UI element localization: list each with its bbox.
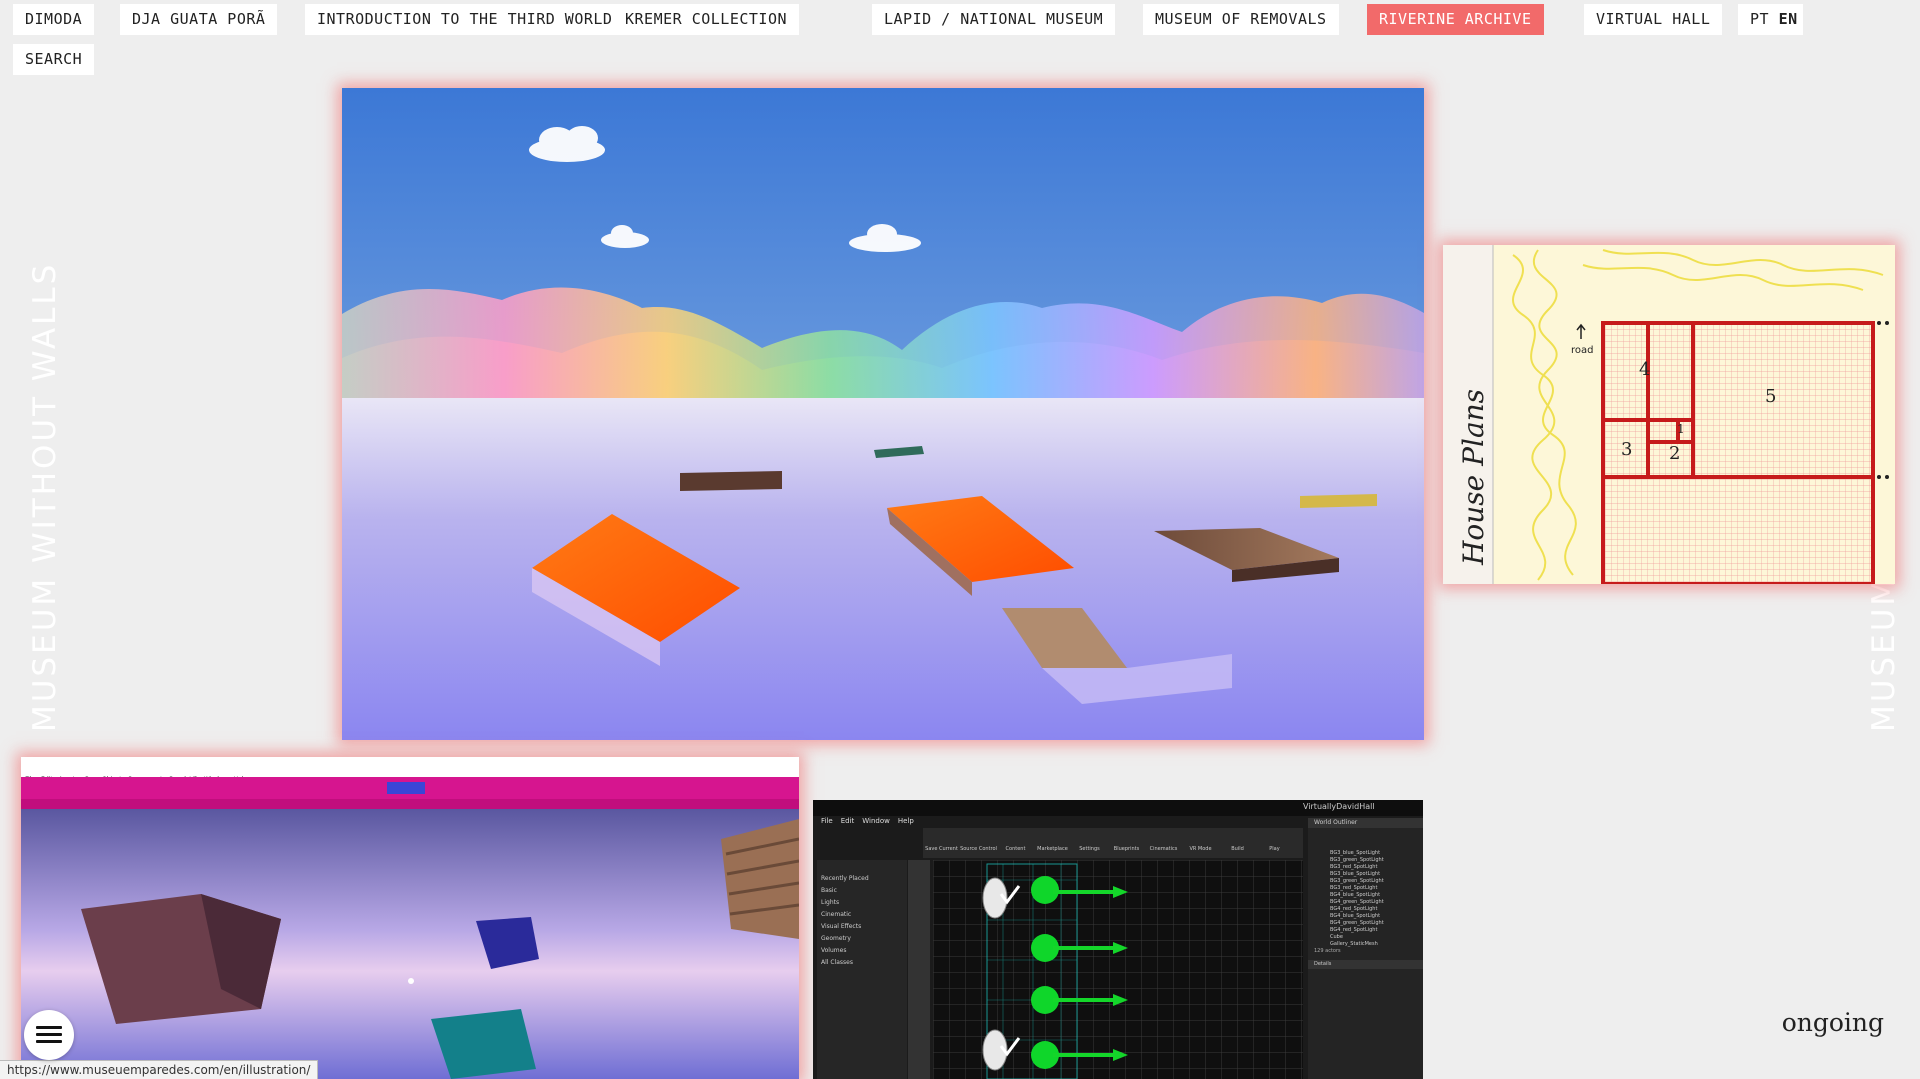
unreal-toolbar-button-6[interactable]: Cinematics — [1145, 828, 1182, 852]
modes-panel: Recently Placed Basic Lights Cinematic Visua… — [817, 860, 907, 1079]
outliner-item-0[interactable]: BG3_blue_SpotLight — [1330, 850, 1423, 857]
lang-pt-link[interactable]: PT — [1750, 10, 1769, 28]
unreal-toolbar-button-2[interactable]: Content — [997, 828, 1034, 852]
unreal-toolbar-button-9[interactable]: Play — [1256, 828, 1293, 852]
unreal-category-0[interactable]: Recently Placed — [817, 872, 907, 884]
room-number-5: 5 — [1765, 386, 1776, 407]
unreal-menubar: File Edit Window Help — [821, 817, 922, 825]
status-url-bar: https://www.museuemparedes.com/en/illust… — [0, 1060, 319, 1079]
unreal-menu-item-0[interactable]: File — [821, 817, 833, 825]
nav-item-museum-of-removals[interactable]: MUSEUM OF REMOVALS — [1143, 4, 1339, 35]
unreal-toolbar-button-8[interactable]: Build — [1219, 828, 1256, 852]
room-number-4: 4 — [1639, 359, 1650, 380]
house-plans-title: House Plans — [1457, 389, 1490, 566]
road-label: road — [1571, 345, 1594, 356]
unreal-toolbar-button-4[interactable]: Settings — [1071, 828, 1108, 852]
house-plans-sketch[interactable]: 4 5 3 2 1 road House Plans — [1443, 245, 1895, 584]
outliner-item-11[interactable]: BG4_red_SpotLight — [1330, 927, 1423, 934]
menu-button[interactable] — [24, 1010, 74, 1060]
nav-item-dja-guata-pora[interactable]: DJA GUATA PORÃ — [120, 4, 278, 35]
details-tab[interactable]: Details — [1308, 960, 1423, 969]
nav-item-kremer-collection[interactable]: KREMER COLLECTION — [613, 4, 800, 35]
outliner-tab[interactable]: World Outliner — [1308, 818, 1423, 828]
unreal-category-7[interactable]: All Classes — [817, 956, 907, 968]
nav-item-riverine-archive[interactable]: RIVERINE ARCHIVE — [1367, 4, 1544, 35]
unreal-toolbar-button-1[interactable]: Source Control — [960, 828, 997, 852]
nav-item-introduction-third-world[interactable]: INTRODUCTION TO THE THIRD WORLD — [305, 4, 625, 35]
outliner-item-9[interactable]: BG4_blue_SpotLight — [1330, 913, 1423, 920]
unreal-menu-item-1[interactable]: Edit — [841, 817, 855, 825]
outliner-item-6[interactable]: BG4_blue_SpotLight — [1330, 892, 1423, 899]
unreal-menu-item-2[interactable]: Window — [862, 817, 890, 825]
outliner-item-1[interactable]: BG3_green_SpotLight — [1330, 857, 1423, 864]
room-number-2: 2 — [1669, 443, 1680, 464]
house-plans-drawing: 4 5 3 2 1 road House Plans — [1443, 245, 1895, 584]
unreal-toolbar-button-7[interactable]: VR Mode — [1182, 828, 1219, 852]
unity-editor-preview[interactable]: FileEditAssetsGameObjectComponentGoogleV… — [21, 757, 799, 1079]
viewport-wireframe — [933, 860, 1303, 1079]
unreal-category-3[interactable]: Cinematic — [817, 908, 907, 920]
room-number-3: 3 — [1621, 439, 1632, 460]
ongoing-label: ongoing — [1781, 1008, 1884, 1037]
unity-scene-tabs — [21, 799, 799, 809]
play-controls[interactable] — [387, 782, 425, 794]
unreal-project-title: VirtuallyDavidHall — [1303, 802, 1375, 811]
lang-en-link[interactable]: EN — [1779, 10, 1798, 28]
outliner-item-8[interactable]: BG4_red_SpotLight — [1330, 906, 1423, 913]
unity-scene-view — [21, 809, 799, 1079]
top-navigation: DIMODA DJA GUATA PORÃ INTRODUCTION TO TH… — [13, 4, 1920, 84]
unreal-toolbar-button-0[interactable]: Save Current — [923, 828, 960, 852]
outliner-item-3[interactable]: BG3_blue_SpotLight — [1330, 871, 1423, 878]
outliner-item-10[interactable]: BG4_green_SpotLight — [1330, 920, 1423, 927]
actor-count: 129 actors — [1314, 948, 1341, 954]
unity-toolbar — [21, 777, 799, 799]
unreal-category-6[interactable]: Volumes — [817, 944, 907, 956]
unreal-category-4[interactable]: Visual Effects — [817, 920, 907, 932]
outliner-item-5[interactable]: BG3_red_SpotLight — [1330, 885, 1423, 892]
room-number-1: 1 — [1677, 422, 1685, 436]
side-title-right: MUSEUM — [1866, 575, 1902, 732]
side-title-left: MUSEUM WITHOUT WALLS — [27, 261, 63, 732]
unreal-category-5[interactable]: Geometry — [817, 932, 907, 944]
vr-landscape-preview[interactable] — [342, 88, 1424, 740]
unreal-menu-item-3[interactable]: Help — [898, 817, 914, 825]
search-button[interactable]: SEARCH — [13, 44, 95, 75]
nav-item-virtual-hall[interactable]: VIRTUAL HALL — [1584, 4, 1723, 35]
vr-landscape-image — [342, 88, 1424, 740]
outliner-item-2[interactable]: BG3_red_SpotLight — [1330, 864, 1423, 871]
outliner-item-4[interactable]: BG3_green_SpotLight — [1330, 878, 1423, 885]
outliner-item-7[interactable]: BG4_green_SpotLight — [1330, 899, 1423, 906]
nav-item-lapid-national-museum[interactable]: LAPID / NATIONAL MUSEUM — [872, 4, 1116, 35]
unreal-category-1[interactable]: Basic — [817, 884, 907, 896]
unreal-category-2[interactable]: Lights — [817, 896, 907, 908]
unreal-viewport[interactable] — [933, 860, 1303, 1079]
placement-icons — [908, 860, 930, 1079]
outliner-item-12[interactable]: Cube — [1330, 934, 1423, 941]
unreal-toolbar-button-3[interactable]: Marketplace — [1034, 828, 1071, 852]
outliner-item-13[interactable]: Gallery_StaticMesh — [1330, 941, 1423, 948]
page: DIMODA DJA GUATA PORÃ INTRODUCTION TO TH… — [0, 0, 1920, 1079]
unreal-toolbar: Save Current Source Control Content Marketp… — [923, 828, 1303, 858]
unreal-editor-preview[interactable]: VirtuallyDavidHall File Edit Window Help Sa… — [813, 800, 1423, 1079]
language-switcher: PT EN — [1738, 4, 1803, 35]
nav-item-dimoda[interactable]: DIMODA — [13, 4, 95, 35]
unity-menubar: FileEditAssetsGameObjectComponentGoogleV… — [21, 757, 799, 783]
unreal-toolbar-button-5[interactable]: Blueprints — [1108, 828, 1145, 852]
hamburger-icon — [36, 1026, 62, 1029]
world-outliner: World Outliner BG3_blue_SpotLight BG3_gre… — [1308, 818, 1423, 1079]
unreal-titlebar: VirtuallyDavidHall — [813, 800, 1423, 816]
